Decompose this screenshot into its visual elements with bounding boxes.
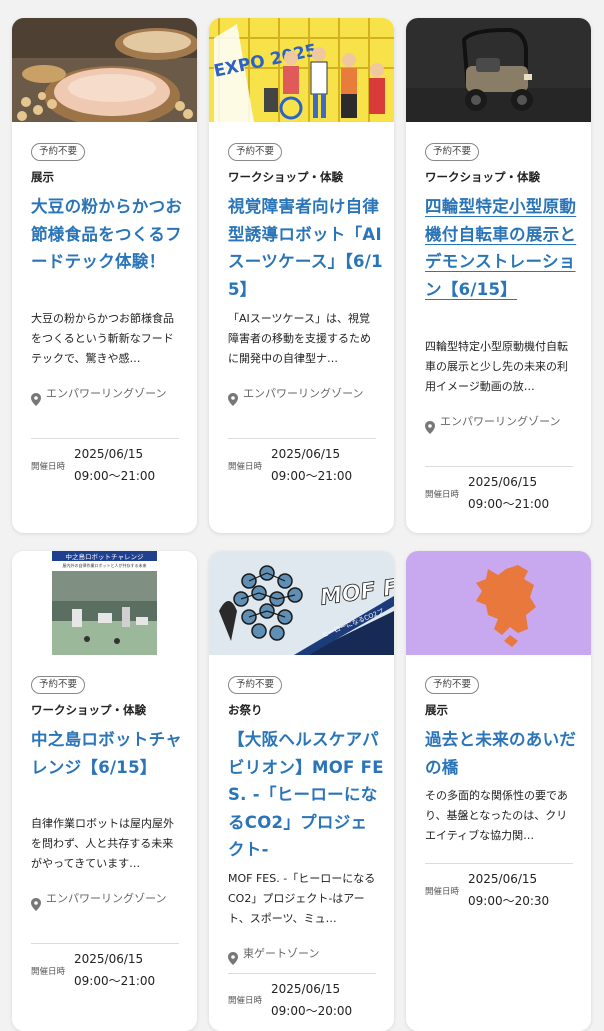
location-pin-icon bbox=[228, 393, 238, 406]
event-description: その多面的な関係性の要であり、基盤となったのは、クリエイティブな協力関… bbox=[425, 789, 568, 842]
divider bbox=[425, 466, 573, 467]
reservation-badge: 予約不要 bbox=[31, 676, 86, 694]
event-title[interactable]: 過去と未来のあいだの橋 bbox=[425, 726, 581, 781]
event-date: 2025/06/15 bbox=[271, 447, 341, 461]
divider bbox=[228, 438, 376, 439]
event-category: ワークショップ・体験 bbox=[425, 170, 540, 184]
date-label: 開催日時 bbox=[31, 462, 66, 472]
event-card[interactable]: MOF FES ヒーローになるCO2プ 予約不要 お祭り 【大阪ヘルスケアパビリ… bbox=[209, 551, 394, 1031]
reservation-badge: 予約不要 bbox=[228, 676, 283, 694]
event-card[interactable]: EXPO 2025 予約不要 ワークショップ・体験 視覚障害者向け自律型誘導ロボ… bbox=[209, 18, 394, 533]
location-name: エンパワーリングゾーン bbox=[440, 415, 561, 428]
event-category: 展示 bbox=[425, 703, 448, 717]
event-category: ワークショップ・体験 bbox=[228, 170, 343, 184]
location-pin-icon bbox=[31, 898, 41, 911]
event-time: 09:00～21:00 bbox=[74, 974, 156, 988]
location-name: エンパワーリングゾーン bbox=[46, 387, 167, 400]
event-card[interactable]: 予約不要 展示 過去と未来のあいだの橋 その多面的な関係性の要であり、基盤となっ… bbox=[406, 551, 591, 1031]
event-date: 2025/06/15 bbox=[74, 952, 144, 966]
event-description: 自律作業ロボットは屋内屋外を問わず、人と共存する未来がやってきています… bbox=[31, 817, 174, 870]
event-date: 2025/06/15 bbox=[74, 447, 144, 461]
event-time: 09:00～21:00 bbox=[271, 469, 353, 483]
event-image[interactable] bbox=[406, 18, 591, 122]
event-image[interactable]: MOF FES ヒーローになるCO2プ bbox=[209, 551, 394, 655]
date-label: 開催日時 bbox=[228, 996, 263, 1006]
event-image[interactable]: 中之島ロボットチャレンジ 屋内外の自律作業ロボットと人が共存する未来 bbox=[12, 551, 197, 655]
event-image[interactable] bbox=[406, 551, 591, 655]
divider bbox=[425, 863, 573, 864]
event-image[interactable]: EXPO 2025 bbox=[209, 18, 394, 122]
date-label: 開催日時 bbox=[425, 490, 460, 500]
event-time: 09:00～20:30 bbox=[468, 894, 550, 908]
divider bbox=[228, 973, 376, 974]
event-time: 09:00～21:00 bbox=[74, 469, 156, 483]
event-time: 09:00～20:00 bbox=[271, 1004, 353, 1018]
svg-text:屋内外の自律作業ロボットと人が共存する未来: 屋内外の自律作業ロボットと人が共存する未来 bbox=[63, 562, 147, 568]
date-label: 開催日時 bbox=[425, 887, 460, 897]
event-category: お祭り bbox=[228, 703, 263, 717]
reservation-badge: 予約不要 bbox=[228, 143, 283, 161]
event-title[interactable]: 【大阪ヘルスケアパビリオン】MOF FES. -「ヒーローになるCO2」プロジェ… bbox=[228, 726, 384, 864]
event-title[interactable]: 視覚障害者向け自律型誘導ロボット「AIスーツケース」【6/15】 bbox=[228, 193, 384, 303]
date-label: 開催日時 bbox=[31, 967, 66, 977]
event-date: 2025/06/15 bbox=[468, 475, 538, 489]
event-image[interactable] bbox=[12, 18, 197, 122]
date-label: 開催日時 bbox=[228, 462, 263, 472]
event-description: 大豆の粉からかつお節様食品をつくるという斬新なフードテックで、驚きや感… bbox=[31, 312, 174, 365]
svg-text:中之島ロボットチャレンジ: 中之島ロボットチャレンジ bbox=[66, 552, 144, 561]
location-pin-icon bbox=[425, 421, 435, 434]
event-category: 展示 bbox=[31, 170, 54, 184]
location-pin-icon bbox=[228, 952, 238, 965]
divider bbox=[31, 438, 179, 439]
reservation-badge: 予約不要 bbox=[425, 143, 480, 161]
event-title[interactable]: 大豆の粉からかつお節様食品をつくるフードテック体験！ bbox=[31, 193, 187, 276]
location-name: エンパワーリングゾーン bbox=[243, 387, 364, 400]
event-date: 2025/06/15 bbox=[271, 982, 341, 996]
event-description: 四輪型特定小型原動機付自転車の展示と少し先の未来の利用イメージ動画の放… bbox=[425, 340, 568, 393]
reservation-badge: 予約不要 bbox=[425, 676, 480, 694]
event-title[interactable]: 四輪型特定小型原動機付自転車の展示とデモンストレーション【6/15】 bbox=[425, 193, 581, 303]
location-name: 東ゲートゾーン bbox=[243, 947, 320, 960]
location-name: エンパワーリングゾーン bbox=[46, 892, 167, 905]
event-card[interactable]: 予約不要 展示 大豆の粉からかつお節様食品をつくるフードテック体験！ 大豆の粉か… bbox=[12, 18, 197, 533]
event-time: 09:00～21:00 bbox=[468, 497, 550, 511]
event-description: MOF FES. -「ヒーローになるCO2」プロジェクト-はアート、スポーツ、ミ… bbox=[228, 872, 376, 925]
reservation-badge: 予約不要 bbox=[31, 143, 86, 161]
event-card[interactable]: 中之島ロボットチャレンジ 屋内外の自律作業ロボットと人が共存する未来 予約不要 … bbox=[12, 551, 197, 1031]
event-card[interactable]: 予約不要 ワークショップ・体験 四輪型特定小型原動機付自転車の展示とデモンストレ… bbox=[406, 18, 591, 533]
divider bbox=[31, 943, 179, 944]
location-pin-icon bbox=[31, 393, 41, 406]
event-date: 2025/06/15 bbox=[468, 872, 538, 886]
event-category: ワークショップ・体験 bbox=[31, 703, 146, 717]
event-description: 「AIスーツケース」は、視覚障害者の移動を支援するために開発中の自律型ナ… bbox=[228, 312, 371, 365]
event-title[interactable]: 中之島ロボットチャレンジ【6/15】 bbox=[31, 726, 187, 781]
